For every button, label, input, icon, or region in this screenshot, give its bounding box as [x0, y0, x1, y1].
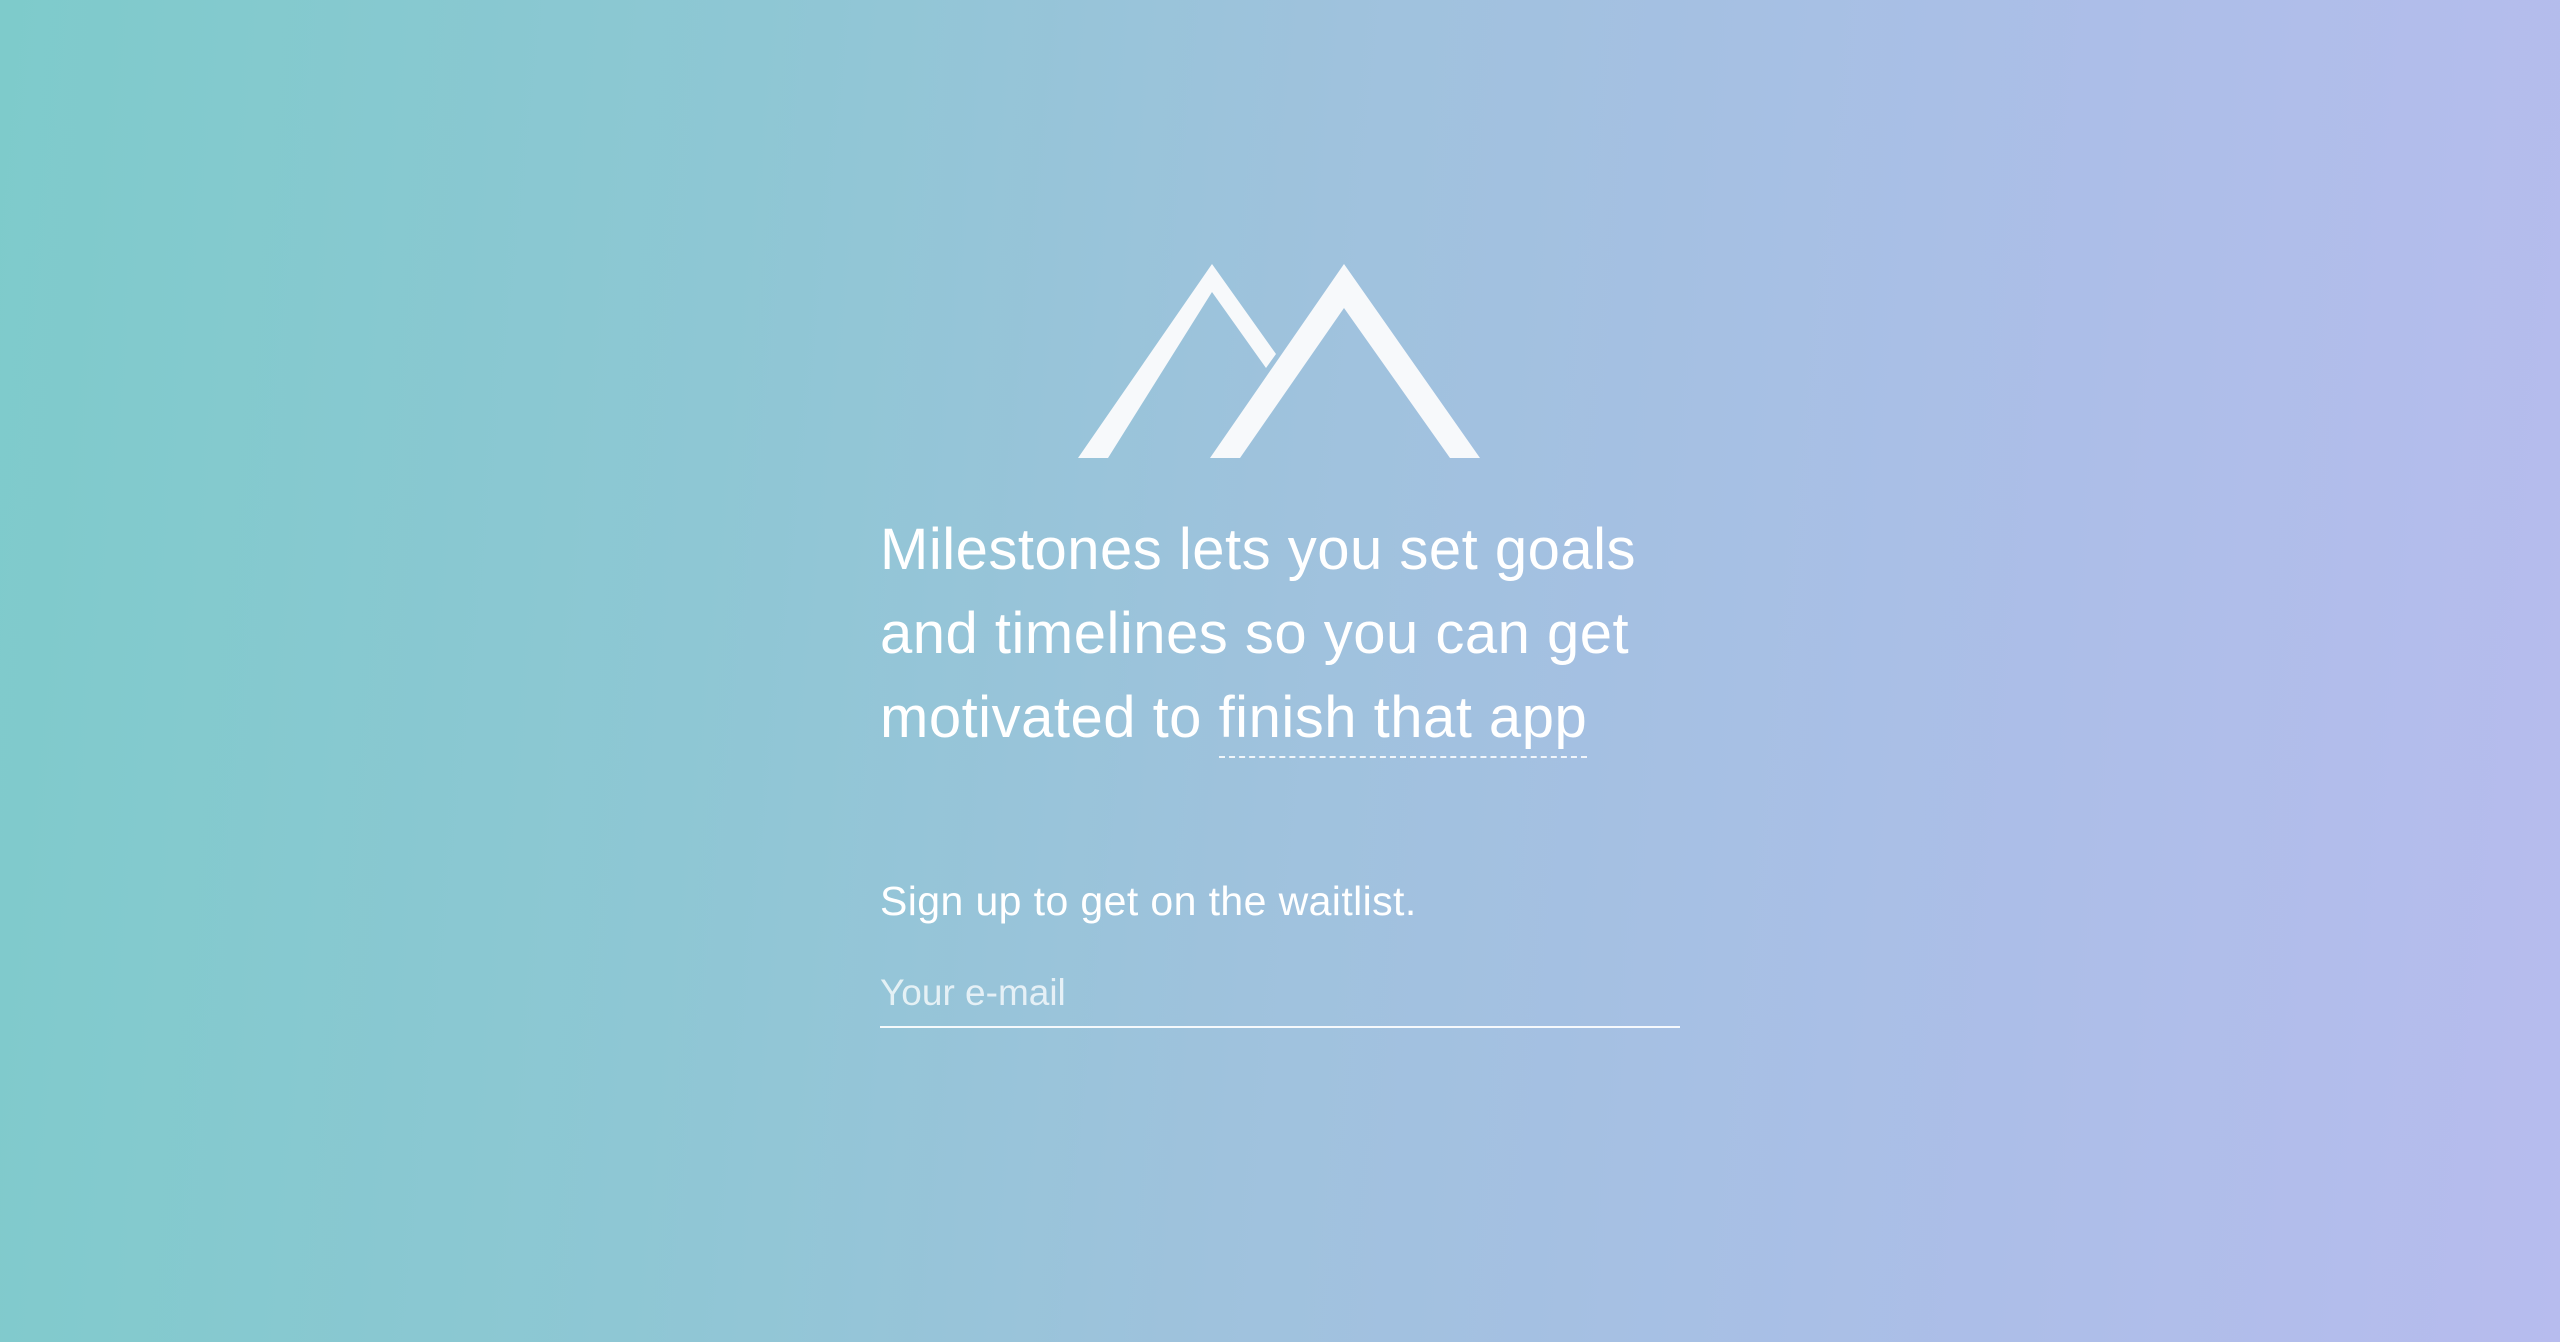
hero-headline-highlight: finish that app [1218, 685, 1588, 758]
signup-label: Sign up to get on the waitlist. [880, 878, 1417, 924]
email-field[interactable] [880, 960, 1680, 1028]
hero-headline: Milestones lets you set goals and timeli… [880, 508, 1720, 760]
mountains-icon [1078, 264, 1480, 458]
landing-page: Milestones lets you set goals and timeli… [0, 0, 2560, 1342]
